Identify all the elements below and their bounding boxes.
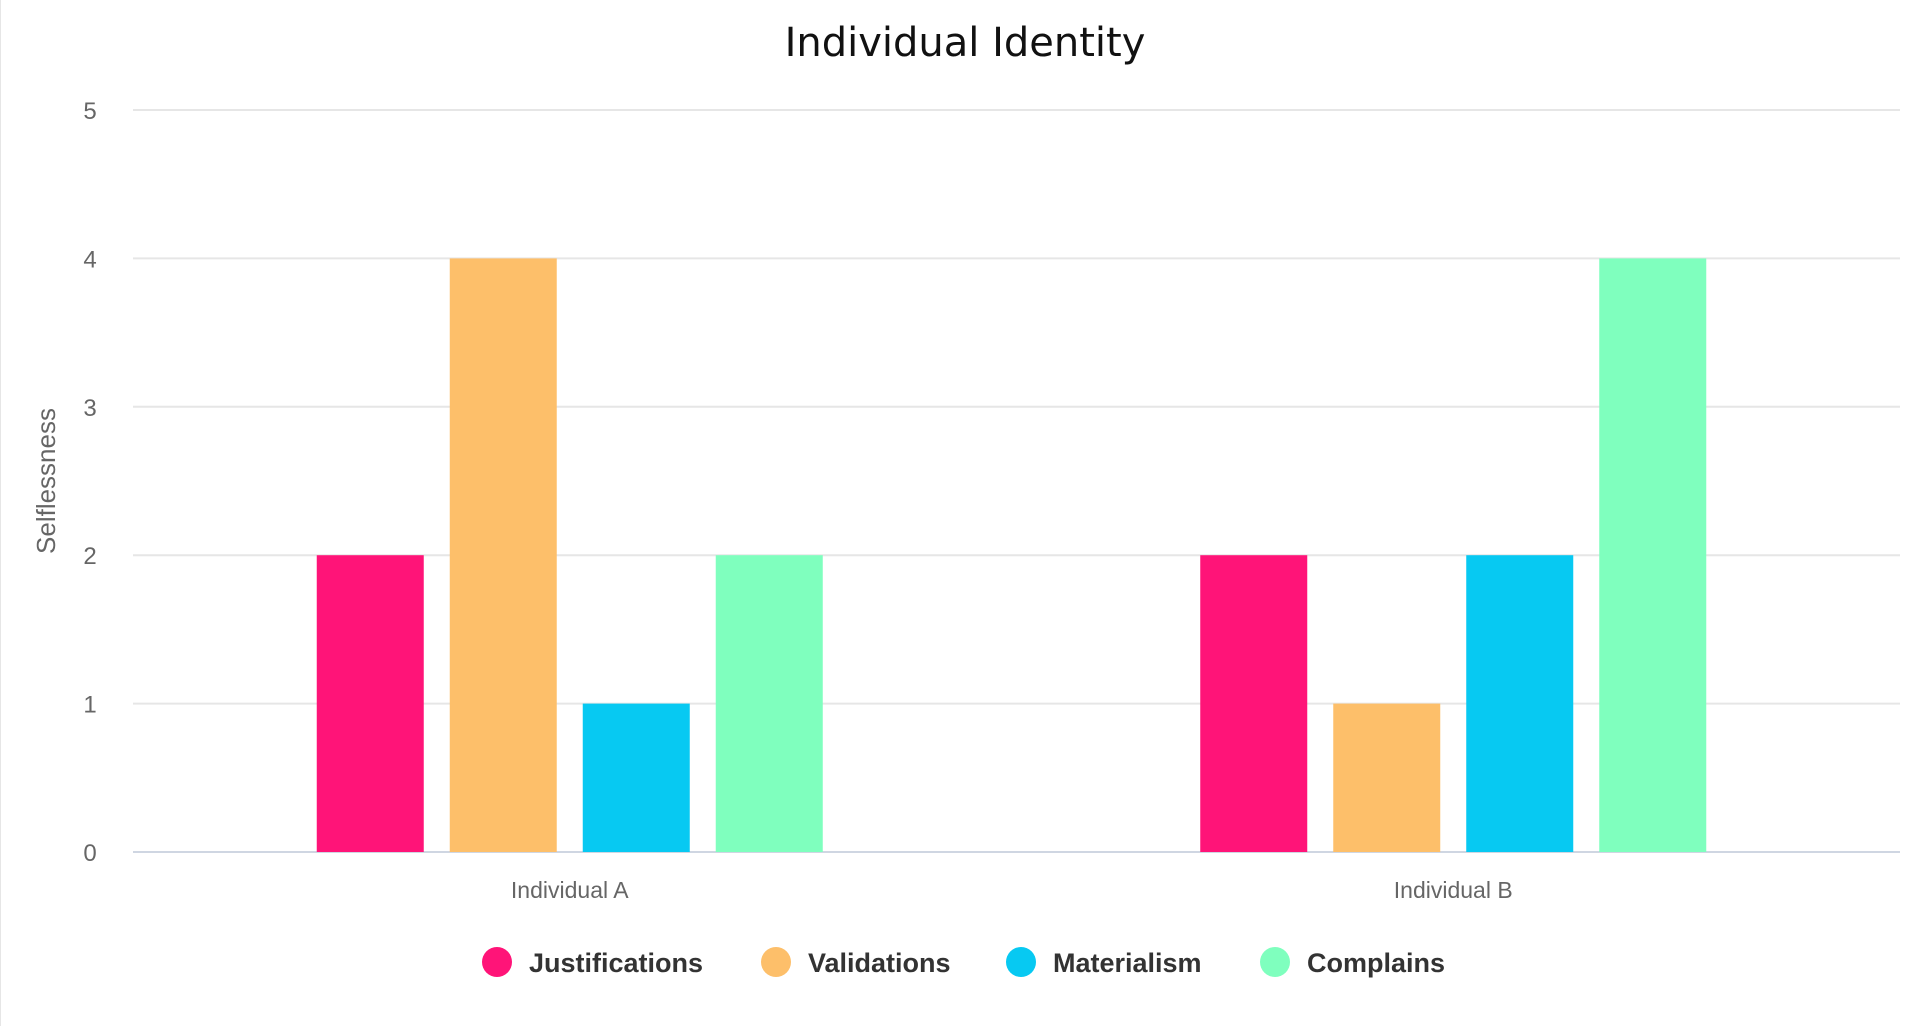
y-tick-label: 4 (83, 246, 96, 273)
y-axis-label: Selflessness (31, 408, 61, 554)
legend-label: Justifications (529, 948, 703, 978)
x-axis-categories: Individual A Individual B (511, 877, 1513, 903)
bar-materialism-b (1466, 555, 1574, 852)
legend-item-justifications[interactable]: Justifications (482, 947, 703, 978)
legend-marker-icon (482, 947, 512, 977)
legend-item-complains[interactable]: Complains (1260, 947, 1445, 978)
chart-title: Individual Identity (785, 20, 1146, 66)
x-category-label: Individual A (511, 877, 629, 903)
y-tick-label: 2 (83, 543, 96, 570)
bar-complains-a (715, 555, 823, 852)
bar-chart: Individual Identity Selflessness 012345 … (31, 20, 1900, 978)
legend: Justifications Validations Materialism Comp… (482, 947, 1445, 978)
legend-label: Validations (808, 948, 951, 978)
y-axis-ticks: 0 1 2 3 4 5 (83, 98, 96, 867)
y-tick-label: 3 (83, 395, 96, 422)
legend-label: Complains (1307, 948, 1445, 978)
bar-validations-b (1333, 703, 1441, 852)
bar-justifications-b (1200, 555, 1308, 852)
y-tick-label: 0 (83, 840, 96, 867)
bar-validations-a (449, 258, 557, 852)
bar-complains-b (1599, 258, 1707, 852)
legend-item-validations[interactable]: Validations (761, 947, 951, 978)
legend-marker-icon (1006, 947, 1036, 977)
y-tick-label: 5 (83, 98, 96, 125)
bar-materialism-a (582, 703, 690, 852)
legend-item-materialism[interactable]: Materialism (1006, 947, 1202, 978)
legend-marker-icon (1260, 947, 1290, 977)
x-category-label: Individual B (1394, 877, 1513, 903)
legend-marker-icon (761, 947, 791, 977)
y-tick-label: 1 (83, 692, 96, 719)
bar-justifications-a (316, 555, 424, 852)
legend-label: Materialism (1053, 948, 1202, 978)
